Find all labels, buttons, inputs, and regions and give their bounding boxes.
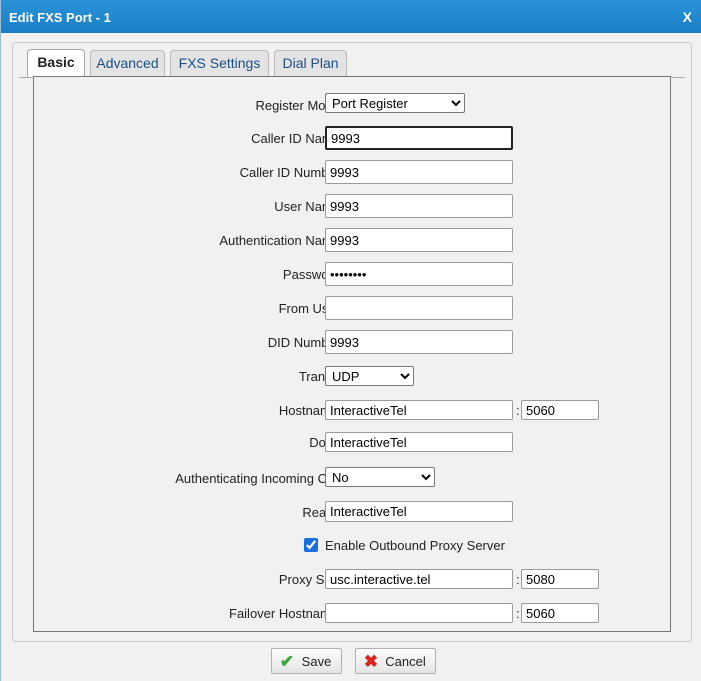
domain-row: Domain : — [34, 430, 672, 454]
realm-row: Realmi : — [34, 500, 672, 524]
auth-name-row: Authentication Namei : — [34, 228, 672, 252]
x-icon: ✖ — [363, 652, 379, 671]
auth-incoming-label: Authenticating Incoming Call — [175, 471, 340, 486]
auth-incoming-row: Authenticating Incoming Calli : No — [34, 466, 672, 490]
caller-id-number-input[interactable] — [325, 160, 513, 184]
failover-port-input[interactable] — [521, 603, 599, 623]
proxy-server-input[interactable] — [325, 569, 513, 589]
caller-id-name-row: Caller ID Namei : — [34, 126, 672, 150]
from-user-row: From Useri : — [34, 296, 672, 320]
dialog-titlebar: Edit FXS Port - 1 X — [1, 0, 701, 33]
outbound-proxy-row: Enable Outbound Proxy Server — [34, 536, 672, 560]
proxy-port-input[interactable] — [521, 569, 599, 589]
tab-fxs-settings[interactable]: FXS Settings — [170, 50, 269, 76]
auth-name-label: Authentication Name — [219, 233, 340, 248]
failover-row: Failover Hostname/IP : : — [34, 601, 672, 625]
colon: : — [516, 403, 520, 418]
dialog-title: Edit FXS Port - 1 — [9, 10, 111, 25]
cancel-button[interactable]: ✖ Cancel — [355, 648, 436, 674]
register-mode-row: Register Modei : Port Register — [34, 93, 672, 117]
save-button[interactable]: ✔ Save — [271, 648, 342, 674]
tab-container: Basic Advanced FXS Settings Dial Plan Re… — [12, 42, 692, 642]
password-input[interactable] — [325, 262, 513, 286]
transport-row: Transport : UDP — [34, 364, 672, 388]
edit-fxs-port-dialog: Edit FXS Port - 1 X Basic Advanced FXS S… — [0, 0, 701, 681]
tab-bar: Basic Advanced FXS Settings Dial Plan — [19, 47, 685, 78]
hostname-port-input[interactable] — [521, 400, 599, 420]
checkmark-icon: ✔ — [279, 652, 295, 671]
domain-input[interactable] — [325, 432, 513, 452]
did-number-row: DID Numberi : — [34, 330, 672, 354]
hostname-row: Hostname/IP : : — [34, 398, 672, 422]
from-user-input[interactable] — [325, 296, 513, 320]
auth-incoming-select[interactable]: No — [325, 467, 435, 487]
save-label: Save — [301, 653, 332, 669]
colon: : — [516, 606, 520, 621]
realm-input[interactable] — [325, 501, 513, 522]
tab-dial-plan[interactable]: Dial Plan — [274, 50, 347, 76]
register-mode-select[interactable]: Port Register — [325, 93, 465, 113]
user-name-row: User Namei : — [34, 194, 672, 218]
outbound-proxy-checkbox[interactable] — [304, 538, 318, 552]
basic-settings-panel: Register Modei : Port Register Caller ID… — [33, 76, 671, 632]
tab-basic[interactable]: Basic — [27, 49, 85, 77]
caller-id-number-row: Caller ID Numberi : — [34, 160, 672, 184]
proxy-server-row: Proxy Server : : — [34, 567, 672, 591]
transport-select[interactable]: UDP — [325, 366, 414, 386]
cancel-label: Cancel — [385, 653, 426, 669]
colon: : — [516, 572, 520, 587]
hostname-input[interactable] — [325, 400, 513, 420]
user-name-input[interactable] — [325, 194, 513, 218]
did-number-input[interactable] — [325, 330, 513, 354]
caller-id-name-input[interactable] — [325, 126, 513, 150]
tab-advanced[interactable]: Advanced — [90, 50, 165, 76]
failover-input[interactable] — [325, 603, 513, 623]
password-row: Passwordi : — [34, 262, 672, 286]
outbound-proxy-label: Enable Outbound Proxy Server — [325, 538, 505, 553]
close-icon[interactable]: X — [683, 9, 692, 25]
auth-name-input[interactable] — [325, 228, 513, 252]
